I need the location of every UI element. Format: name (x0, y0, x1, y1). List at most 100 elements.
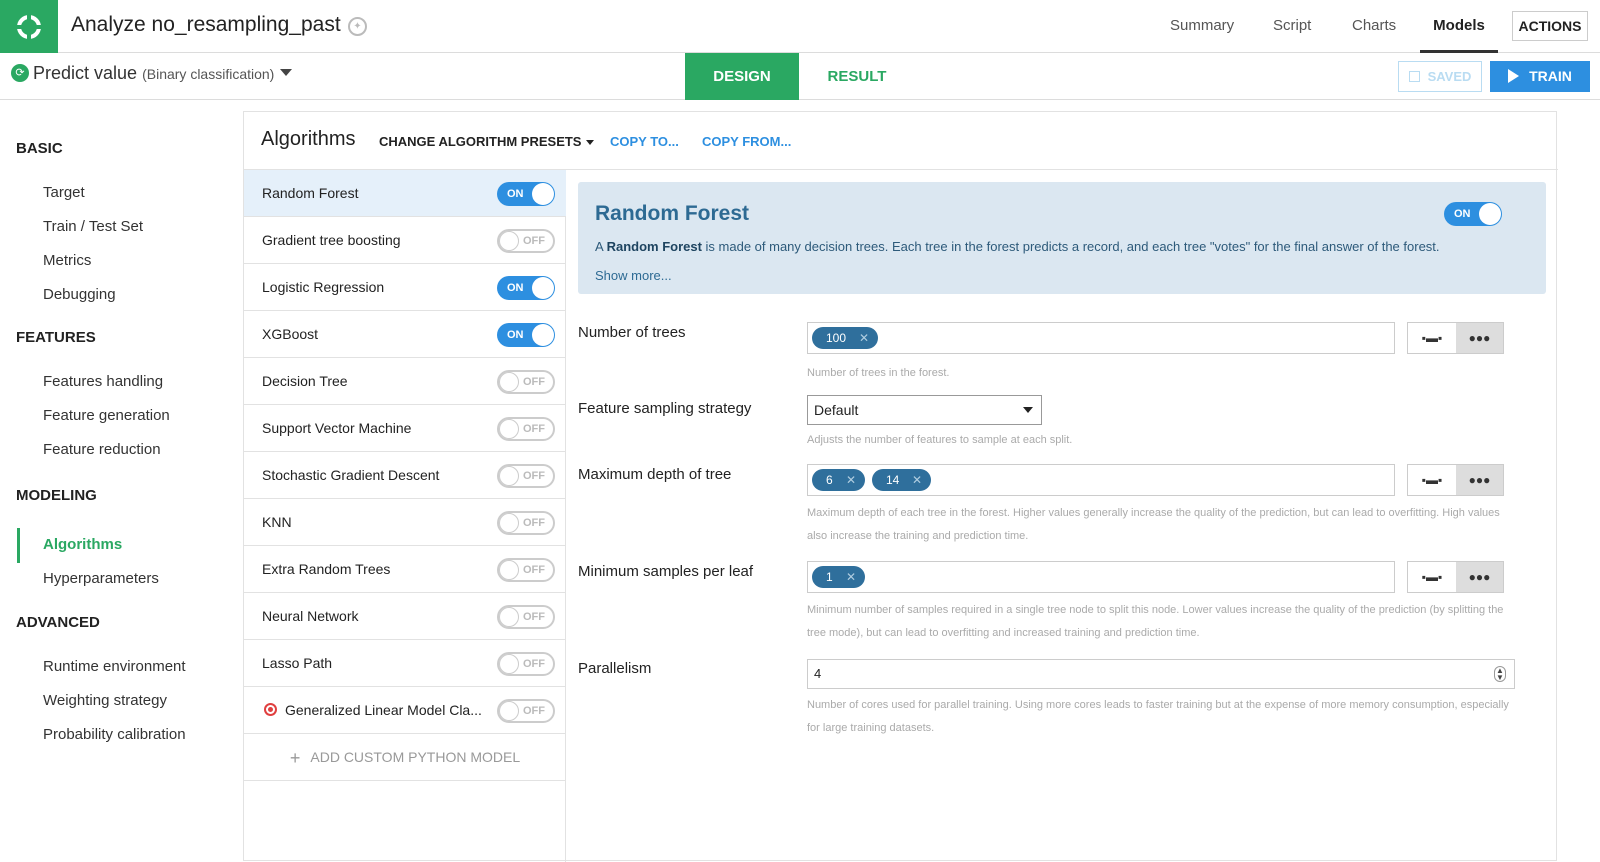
sidebar-item-train-test-set[interactable]: Train / Test Set (43, 218, 143, 235)
algorithm-name: Support Vector Machine (262, 420, 412, 436)
list-item[interactable]: Decision Tree OFF (244, 358, 566, 405)
remove-icon[interactable]: ✕ (846, 469, 856, 491)
sidebar-item-hyperparameters[interactable]: Hyperparameters (43, 570, 159, 587)
toggle-knob (499, 654, 519, 674)
copy-to-button[interactable]: COPY TO... (610, 134, 679, 149)
param-label: Feature sampling strategy (578, 400, 752, 417)
toggle-knob (499, 560, 519, 580)
explicit-values-icon[interactable]: ▪▬▪ (1408, 465, 1456, 495)
algorithm-toggle[interactable]: OFF (497, 464, 555, 488)
algorithm-toggle[interactable]: ON (497, 276, 555, 300)
sidebar-item-algorithms[interactable]: Algorithms (43, 536, 122, 553)
sidebar-item-probability-calibration[interactable]: Probability calibration (43, 726, 186, 743)
sidebar-item-target[interactable]: Target (43, 184, 85, 201)
algorithm-toggle[interactable]: OFF (497, 511, 555, 535)
sidebar-item-metrics[interactable]: Metrics (43, 252, 91, 269)
algorithm-name: Random Forest (262, 185, 359, 201)
algorithm-toggle[interactable]: ON (497, 323, 555, 347)
active-indicator (17, 528, 20, 563)
add-custom-model-button[interactable]: + ADD CUSTOM PYTHON MODEL (244, 734, 566, 781)
help-text: Minimum number of samples required in a … (807, 604, 1504, 639)
remove-icon[interactable]: ✕ (859, 327, 869, 349)
app-logo-icon[interactable] (0, 0, 58, 53)
algorithm-toggle[interactable]: OFF (497, 699, 555, 723)
save-icon (1408, 71, 1420, 82)
list-item[interactable]: Extra Random Trees OFF (244, 546, 566, 593)
toggle-knob (1479, 203, 1501, 225)
play-icon (1508, 69, 1520, 83)
list-item[interactable]: XGBoost ON (244, 311, 566, 358)
sidebar-item-debugging[interactable]: Debugging (43, 286, 116, 303)
range-icon[interactable]: ●●● (1456, 465, 1503, 495)
list-item[interactable]: KNN OFF (244, 499, 566, 546)
range-icon[interactable]: ●●● (1456, 323, 1503, 353)
sidebar-item-features-handling[interactable]: Features handling (43, 373, 163, 390)
section-modeling: MODELING (16, 487, 97, 504)
algorithm-name: KNN (262, 514, 292, 530)
list-item[interactable]: Gradient tree boosting OFF (244, 217, 566, 264)
chevron-down-icon[interactable] (280, 69, 292, 76)
tab-design[interactable]: DESIGN (685, 53, 799, 100)
spinner-icon[interactable]: ▲ ▼ (1494, 666, 1506, 682)
settings-sidebar: BASIC Target Train / Test Set Metrics De… (0, 100, 240, 861)
algorithm-toggle[interactable]: OFF (497, 605, 555, 629)
min-samples-input[interactable]: 1 ✕ (807, 561, 1395, 593)
sidebar-item-feature-reduction[interactable]: Feature reduction (43, 441, 161, 458)
analysis-type-selector[interactable]: Predict value (Binary classification) (33, 63, 274, 84)
nav-models[interactable]: Models (1420, 0, 1498, 53)
algorithm-toggle[interactable]: OFF (497, 417, 555, 441)
actions-button[interactable]: ACTIONS (1512, 11, 1588, 41)
algorithm-name: Stochastic Gradient Descent (262, 467, 440, 483)
list-item[interactable]: Random Forest ON (244, 170, 566, 217)
list-item[interactable]: Generalized Linear Model Cla... OFF (244, 687, 566, 734)
help-text: Number of trees in the forest. (807, 367, 950, 379)
algorithm-toggle[interactable]: ON (497, 182, 555, 206)
toggle-label: OFF (523, 658, 545, 670)
toggle-label: OFF (523, 423, 545, 435)
algorithm-toggle[interactable]: OFF (497, 652, 555, 676)
predict-label: Predict value (33, 63, 138, 83)
list-item[interactable]: Stochastic Gradient Descent OFF (244, 452, 566, 499)
explicit-values-icon[interactable]: ▪▬▪ (1408, 562, 1456, 592)
detail-toggle[interactable]: ON (1444, 202, 1502, 226)
parallelism-input[interactable]: 4 ▲ ▼ (807, 659, 1515, 689)
value-chip[interactable]: 1 ✕ (812, 566, 865, 588)
value-chip[interactable]: 100 ✕ (812, 327, 878, 349)
nav-script[interactable]: Script (1273, 0, 1311, 53)
sidebar-item-feature-generation[interactable]: Feature generation (43, 407, 170, 424)
list-item[interactable]: Lasso Path OFF (244, 640, 566, 687)
change-presets-button[interactable]: CHANGE ALGORITHM PRESETS (379, 134, 595, 149)
saved-button[interactable]: SAVED (1398, 61, 1482, 92)
range-icon[interactable]: ●●● (1456, 562, 1503, 592)
algorithm-toggle[interactable]: OFF (497, 229, 555, 253)
help-text: Maximum depth of each tree in the forest… (807, 507, 1500, 542)
value-chip[interactable]: 6 ✕ (812, 469, 865, 491)
show-more-link[interactable]: Show more... (595, 268, 672, 283)
tab-result[interactable]: RESULT (800, 53, 914, 100)
chip-value: 14 (886, 473, 900, 487)
remove-icon[interactable]: ✕ (912, 469, 922, 491)
copy-from-button[interactable]: COPY FROM... (702, 134, 791, 149)
sidebar-item-weighting-strategy[interactable]: Weighting strategy (43, 692, 167, 709)
sidebar-item-runtime-environment[interactable]: Runtime environment (43, 658, 186, 675)
number-of-trees-input[interactable]: 100 ✕ (807, 322, 1395, 354)
list-item[interactable]: Support Vector Machine OFF (244, 405, 566, 452)
compass-icon[interactable]: ✦ (348, 17, 367, 36)
list-item[interactable]: Neural Network OFF (244, 593, 566, 640)
sampling-strategy-select[interactable]: Default (807, 395, 1042, 425)
algorithm-toggle[interactable]: OFF (497, 558, 555, 582)
value-chip[interactable]: 14 ✕ (872, 469, 931, 491)
plus-icon: + (289, 748, 301, 768)
chip-value: 1 (826, 570, 833, 584)
change-presets-label: CHANGE ALGORITHM PRESETS (379, 134, 582, 149)
train-button[interactable]: TRAIN (1490, 61, 1590, 92)
algorithm-toggle[interactable]: OFF (497, 370, 555, 394)
mode-toggle: ▪▬▪ ●●● (1407, 322, 1504, 354)
list-item[interactable]: Logistic Regression ON (244, 264, 566, 311)
nav-summary[interactable]: Summary (1170, 0, 1234, 53)
nav-charts[interactable]: Charts (1352, 0, 1396, 53)
max-depth-input[interactable]: 6 ✕ 14 ✕ (807, 464, 1395, 496)
target-icon (264, 703, 277, 716)
remove-icon[interactable]: ✕ (846, 566, 856, 588)
explicit-values-icon[interactable]: ▪▬▪ (1408, 323, 1456, 353)
